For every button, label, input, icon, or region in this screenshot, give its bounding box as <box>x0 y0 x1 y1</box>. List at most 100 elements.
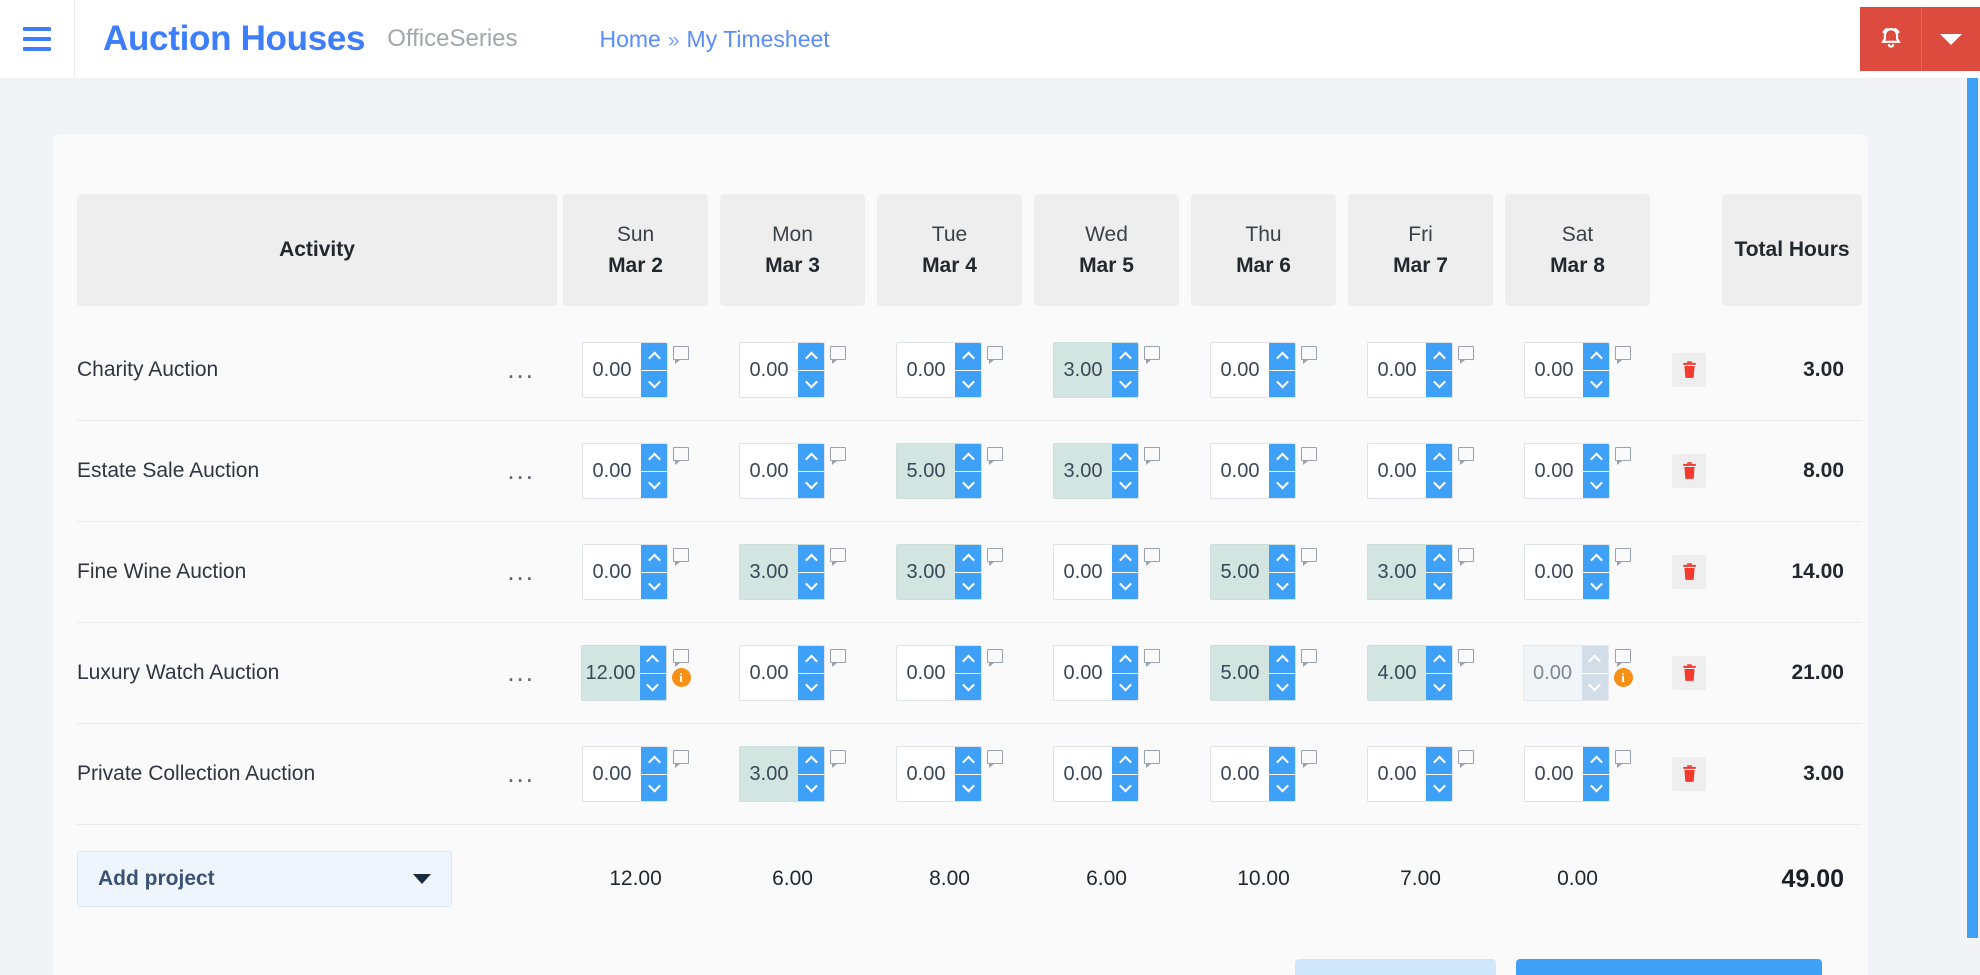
stepper-up-button[interactable] <box>955 343 981 371</box>
value-stepper[interactable] <box>1269 747 1295 801</box>
breadcrumb-home-link[interactable]: Home <box>600 26 661 53</box>
stepper-up-button[interactable] <box>1269 545 1295 573</box>
value-stepper[interactable] <box>1269 343 1295 397</box>
stepper-up-button[interactable] <box>1269 444 1295 472</box>
stepper-down-button[interactable] <box>798 471 824 498</box>
stepper-down-button[interactable] <box>798 370 824 397</box>
comment-icon[interactable] <box>673 649 689 667</box>
value-stepper[interactable] <box>1583 444 1609 498</box>
comment-icon[interactable] <box>673 346 689 364</box>
value-stepper[interactable] <box>1581 646 1608 700</box>
menu-toggle-button[interactable] <box>0 0 75 78</box>
stepper-down-button[interactable] <box>1581 673 1608 700</box>
value-stepper[interactable] <box>1426 545 1452 599</box>
row-menu-button[interactable]: ... <box>507 660 535 685</box>
hours-input[interactable]: 0.00 <box>1210 443 1296 499</box>
hours-input[interactable]: 3.00 <box>739 746 825 802</box>
stepper-up-button[interactable] <box>1269 646 1295 674</box>
row-menu-button[interactable]: ... <box>507 458 535 483</box>
hours-input[interactable]: 0.00 <box>896 746 982 802</box>
hours-input[interactable]: 5.00 <box>896 443 982 499</box>
hours-input[interactable]: 3.00 <box>896 544 982 600</box>
comment-icon[interactable] <box>1301 346 1317 364</box>
stepper-down-button[interactable] <box>1269 370 1295 397</box>
stepper-down-button[interactable] <box>1112 370 1138 397</box>
comment-icon[interactable] <box>987 346 1003 364</box>
hours-input[interactable]: 0.00 <box>1053 645 1139 701</box>
value-stepper[interactable] <box>641 444 667 498</box>
stepper-up-button[interactable] <box>955 545 981 573</box>
value-stepper[interactable] <box>798 444 824 498</box>
comment-icon[interactable] <box>1458 447 1474 465</box>
hours-input[interactable]: 0.00 <box>582 443 668 499</box>
value-stepper[interactable] <box>1112 444 1138 498</box>
hours-input[interactable]: 0.00 <box>739 645 825 701</box>
hours-input[interactable]: 0.00 <box>582 746 668 802</box>
delete-row-button[interactable] <box>1672 454 1706 488</box>
hours-input[interactable]: 0.00 <box>739 443 825 499</box>
value-stepper[interactable] <box>1269 646 1295 700</box>
value-stepper[interactable] <box>1426 747 1452 801</box>
value-stepper[interactable] <box>955 747 981 801</box>
stepper-down-button[interactable] <box>1426 774 1452 801</box>
comment-icon[interactable] <box>987 750 1003 768</box>
stepper-down-button[interactable] <box>1269 471 1295 498</box>
comment-icon[interactable] <box>1301 548 1317 566</box>
hours-input[interactable]: 0.00 <box>1524 342 1610 398</box>
hours-input[interactable]: 0.00 <box>1210 746 1296 802</box>
stepper-down-button[interactable] <box>955 370 981 397</box>
hours-input[interactable]: 0.00 <box>1367 443 1453 499</box>
value-stepper[interactable] <box>955 343 981 397</box>
stepper-down-button[interactable] <box>1112 774 1138 801</box>
comment-icon[interactable] <box>1144 346 1160 364</box>
comment-icon[interactable] <box>1458 750 1474 768</box>
hours-input[interactable]: 0.00 <box>1053 544 1139 600</box>
delete-row-button[interactable] <box>1672 757 1706 791</box>
value-stepper[interactable] <box>1583 343 1609 397</box>
comment-icon[interactable] <box>673 447 689 465</box>
hours-input[interactable]: 0.00 <box>1210 342 1296 398</box>
stepper-up-button[interactable] <box>955 747 981 775</box>
hours-input[interactable]: 0.00 <box>896 342 982 398</box>
value-stepper[interactable] <box>1426 444 1452 498</box>
stepper-up-button[interactable] <box>639 646 666 674</box>
comment-icon[interactable] <box>1144 649 1160 667</box>
notifications-button[interactable] <box>1860 7 1922 71</box>
hours-input[interactable]: 3.00 <box>1053 342 1139 398</box>
value-stepper[interactable] <box>1426 343 1452 397</box>
comment-icon[interactable] <box>673 750 689 768</box>
value-stepper[interactable] <box>1583 545 1609 599</box>
stepper-down-button[interactable] <box>955 774 981 801</box>
hours-input[interactable]: 5.00 <box>1210 645 1296 701</box>
submit-for-approval-button[interactable]: Submit for Approval <box>1516 959 1822 975</box>
value-stepper[interactable] <box>641 343 667 397</box>
stepper-up-button[interactable] <box>955 646 981 674</box>
value-stepper[interactable] <box>1269 545 1295 599</box>
comment-icon[interactable] <box>1301 447 1317 465</box>
value-stepper[interactable] <box>641 545 667 599</box>
hours-input[interactable]: 5.00 <box>1210 544 1296 600</box>
comment-icon[interactable] <box>830 447 846 465</box>
comment-icon[interactable] <box>1301 750 1317 768</box>
stepper-down-button[interactable] <box>641 774 667 801</box>
comment-icon[interactable] <box>673 548 689 566</box>
stepper-down-button[interactable] <box>1269 774 1295 801</box>
comment-icon[interactable] <box>830 649 846 667</box>
value-stepper[interactable] <box>1112 747 1138 801</box>
stepper-down-button[interactable] <box>1426 673 1452 700</box>
stepper-up-button[interactable] <box>1112 545 1138 573</box>
stepper-up-button[interactable] <box>798 444 824 472</box>
row-menu-button[interactable]: ... <box>507 357 535 382</box>
stepper-up-button[interactable] <box>641 343 667 371</box>
hours-input[interactable]: 0.00 <box>582 544 668 600</box>
add-project-select[interactable]: Add project <box>77 851 452 907</box>
info-icon[interactable]: i <box>671 668 691 687</box>
delete-row-button[interactable] <box>1672 555 1706 589</box>
hours-input[interactable]: 0.00 <box>1522 645 1609 701</box>
hours-input[interactable]: 0.00 <box>739 342 825 398</box>
stepper-down-button[interactable] <box>639 673 666 700</box>
stepper-down-button[interactable] <box>1112 673 1138 700</box>
stepper-up-button[interactable] <box>1269 343 1295 371</box>
stepper-down-button[interactable] <box>955 572 981 599</box>
stepper-up-button[interactable] <box>1583 545 1609 573</box>
